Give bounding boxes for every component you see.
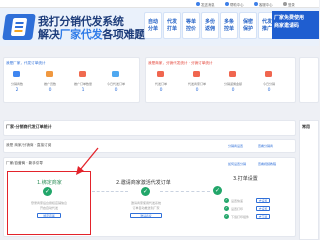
step2-desc1: 邀请商家使用代发系统 (130, 201, 161, 205)
step1-check-icon: ✓ (43, 187, 52, 196)
step1-desc2: 开启自动代发 (39, 206, 58, 210)
step2-title: 2.邀请商家激活代发订单 (116, 180, 171, 186)
invite-merchant-button[interactable]: 邀请商家 (130, 213, 162, 218)
step3-item-button[interactable]: 去设置 (256, 198, 270, 203)
step3-item-check-icon: ✓ (224, 206, 229, 211)
step3-title: 3.打单设置 (233, 176, 258, 182)
step-divider (92, 191, 128, 192)
step1-desc1: 登录商家后台授权店铺信息 (30, 201, 67, 205)
step3-item-label: 设置快递 (231, 199, 244, 203)
step3-item-label: 设置打印 (231, 207, 244, 211)
step3-item-check-icon: ✓ (224, 214, 229, 219)
step3-item-button[interactable]: 去设置 (256, 206, 270, 211)
step1-title: 1.绑定商家 (37, 180, 62, 186)
step2-desc2: 订单自动推送到厂家 (132, 206, 160, 210)
bind-shop-button[interactable]: 绑定店铺 (37, 213, 61, 218)
step-divider-2 (160, 191, 210, 192)
step3-item-label: 下载打印组件 (231, 215, 250, 219)
step3-item-check-icon: ✓ (224, 198, 229, 203)
step3-item-button[interactable]: 去下载 (256, 214, 270, 219)
step3-check-icon: ✓ (213, 186, 222, 195)
step2-check-icon: ✓ (141, 187, 150, 196)
